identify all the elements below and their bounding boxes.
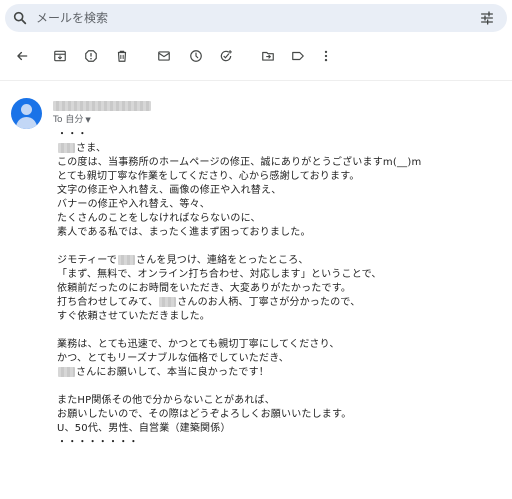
redacted-name — [58, 367, 75, 377]
search-bar[interactable]: メールを検索 — [5, 4, 507, 32]
message-toolbar — [0, 44, 512, 68]
body-line: ・・・・・・・・ — [57, 437, 139, 448]
delete-icon[interactable] — [113, 47, 131, 65]
avatar-head — [21, 104, 32, 115]
body-line: 文字の修正や入れ替え、画像の修正や入れ替え、 — [57, 185, 282, 196]
search-input[interactable]: メールを検索 — [36, 9, 108, 27]
more-icon[interactable] — [317, 47, 335, 65]
body-line: またHP関係その他で分からないことがあれば、 — [57, 395, 275, 406]
archive-icon[interactable] — [51, 47, 69, 65]
body-line: さま、 — [57, 142, 497, 156]
chevron-down-icon[interactable]: ▼ — [85, 116, 90, 124]
avatar-body — [16, 117, 37, 129]
redacted-name — [58, 143, 75, 153]
redacted-name — [118, 255, 135, 265]
body-line: 素人である私では、まったく進まず困っておりました。 — [57, 227, 311, 238]
avatar[interactable] — [11, 98, 42, 129]
body-line: U、50代、男性、自営業（建築関係） — [57, 423, 231, 434]
body-line: 「まず、無料で、オンライン打ち合わせ、対応します」ということで、 — [57, 269, 382, 280]
sender-name-redacted[interactable] — [53, 101, 151, 111]
body-line: さんにお願いして、本当に良かったです！ — [57, 366, 497, 380]
label-icon[interactable] — [289, 47, 307, 65]
redacted-name — [159, 297, 177, 307]
body-line: 打ち合わせしてみて、 さんのお人柄、丁寧さが分かったので、 — [57, 297, 361, 308]
body-line: 業務は、とても迅速で、かつとても親切丁寧にしてくださり、 — [57, 339, 340, 350]
move-to-icon[interactable] — [259, 47, 277, 65]
message-body: ・・・ さま、 この度は、当事務所のホームページの修正、誠にありがとうございます… — [57, 128, 497, 450]
report-spam-icon[interactable] — [82, 47, 100, 65]
add-task-icon[interactable] — [217, 47, 235, 65]
body-line: たくさんのことをしなければならないのに、 — [57, 213, 261, 224]
body-line: かつ、とてもリーズナブルな価格でしていただき、 — [57, 353, 289, 364]
back-arrow-icon[interactable] — [13, 47, 31, 65]
body-line: お願いしたいので、その際はどうぞよろしくお願いいたします。 — [57, 409, 352, 420]
toolbar-divider — [0, 80, 512, 81]
search-icon[interactable] — [12, 10, 28, 26]
body-line: とても親切丁寧な作業をしてくださり、心から感謝しております。 — [57, 171, 360, 182]
recipient-label: To 自分 — [53, 115, 84, 125]
body-line: すぐ依頼させていただきました。 — [57, 311, 210, 322]
body-line: この度は、当事務所のホームページの修正、誠にありがとうございますm(__)m — [57, 157, 422, 168]
tune-icon[interactable] — [479, 10, 495, 26]
snooze-icon[interactable] — [187, 47, 205, 65]
body-line: 依頼前だったのにお時間をいただき、大変ありがたかったです。 — [57, 283, 352, 294]
recipient-line[interactable]: To 自分 ▼ — [53, 114, 91, 126]
body-line: ジモティーで さんを見つけ、連絡をとったところ、 — [57, 255, 309, 266]
mark-unread-icon[interactable] — [155, 47, 173, 65]
body-line: ・・・ — [57, 129, 88, 140]
body-line: バナーの修正や入れ替え、等々、 — [57, 199, 210, 210]
